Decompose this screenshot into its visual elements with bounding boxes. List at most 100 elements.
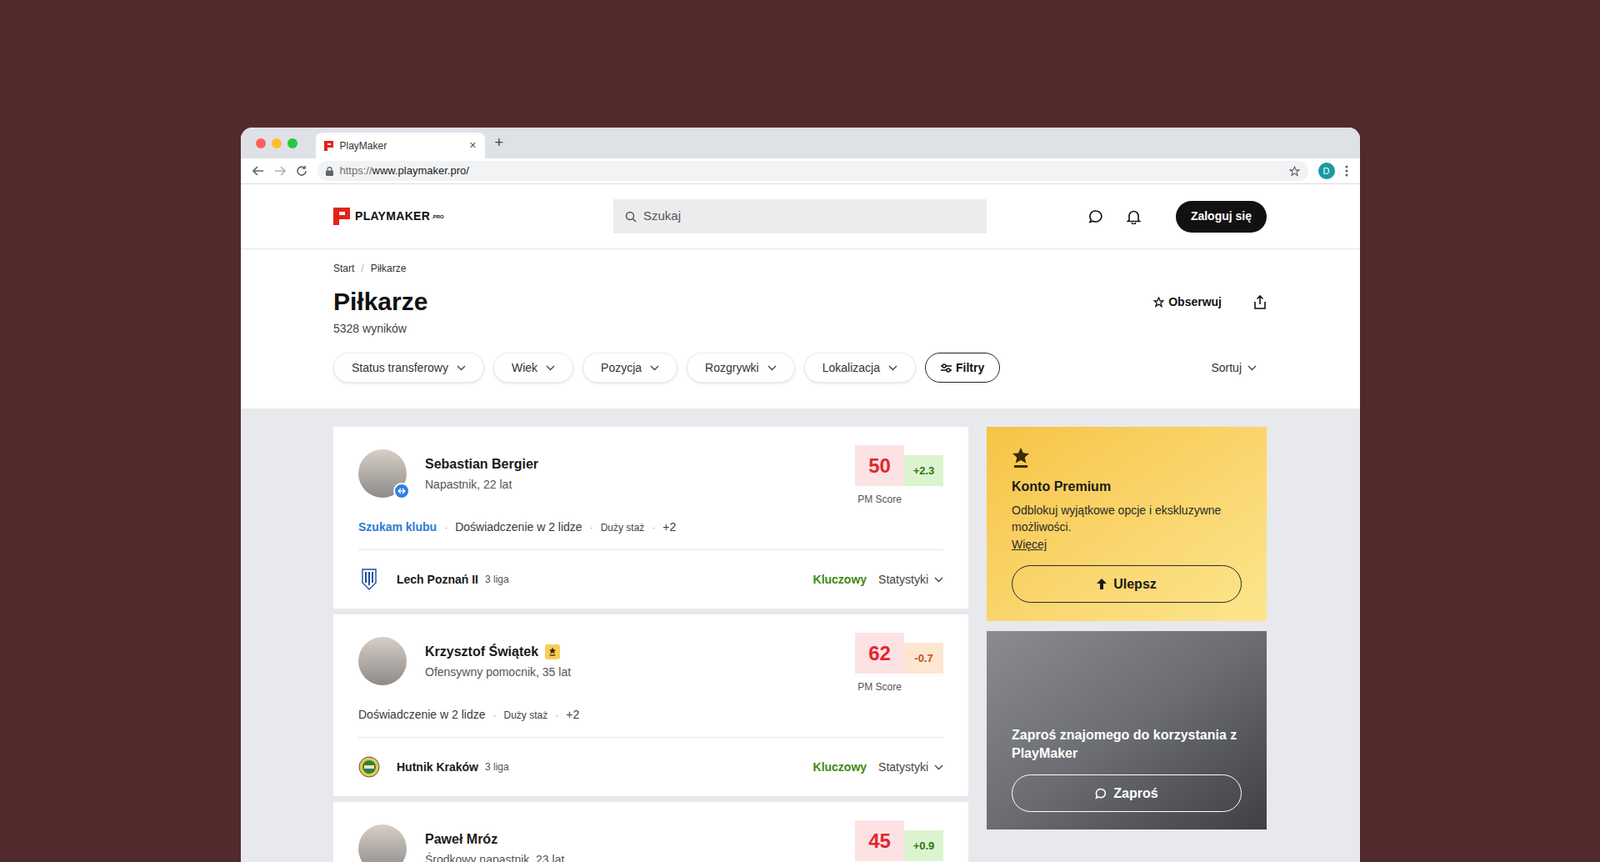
player-photo[interactable] — [358, 636, 407, 685]
page-header: Start / Piłkarze Piłkarze 5328 wyników Obs… — [240, 249, 1360, 409]
breadcrumb-item[interactable]: Piłkarze — [370, 260, 407, 276]
lock-icon — [325, 166, 334, 176]
logo[interactable]: PLAYMAKER .PRO — [333, 207, 614, 225]
menu-kebab-icon[interactable] — [1345, 165, 1349, 177]
player-tag: Duży staż — [600, 520, 645, 535]
filter-label: Wiek — [511, 359, 538, 377]
bell-icon[interactable] — [1126, 209, 1141, 225]
player-name[interactable]: Krzysztof Świątek — [425, 641, 539, 662]
player-tag: Duży staż — [504, 707, 549, 723]
club-row: Lech Poznań II 3 liga Kluczowy Statystyki — [358, 550, 944, 609]
filter-dropdown[interactable]: Status transferowy — [333, 352, 485, 383]
premium-badge-icon — [545, 644, 560, 660]
reload-icon[interactable] — [295, 165, 308, 177]
invite-label: Zaproś — [1113, 783, 1158, 804]
player-tag: +2 — [565, 705, 580, 724]
tab-strip: PlayMaker × + — [240, 127, 1360, 159]
maximize-dot-icon[interactable] — [287, 138, 298, 149]
filter-label: Pozycja — [600, 359, 642, 377]
chat-icon[interactable] — [1088, 209, 1104, 225]
favicon-icon — [324, 140, 334, 151]
player-tag: Doświadczenie w 2 lidze — [358, 705, 486, 724]
close-dot-icon[interactable] — [255, 138, 266, 149]
premium-description: Odblokuj wyjątkowe opcje i ekskluzywne m… — [1011, 501, 1242, 535]
stats-dropdown[interactable]: Statystyki — [878, 570, 944, 589]
player-position: Środkowy napastnik, 23 lat — [425, 850, 565, 862]
chevron-down-icon — [934, 576, 944, 583]
forward-icon[interactable] — [274, 165, 286, 177]
club-name[interactable]: Lech Poznań II — [396, 570, 479, 589]
share-icon[interactable] — [1253, 295, 1267, 310]
premium-more-link[interactable]: Więcej — [1011, 535, 1242, 554]
search-field[interactable] — [613, 199, 987, 234]
club-crest-icon — [361, 568, 377, 590]
url-field[interactable]: https://www.playmaker.pro/ — [317, 160, 1309, 181]
tag-separator: · — [590, 520, 594, 535]
login-button[interactable]: Zaloguj się — [1175, 200, 1267, 233]
chevron-down-icon — [888, 365, 898, 371]
upgrade-button[interactable]: Ulepsz — [1011, 565, 1242, 603]
breadcrumb: Start / Piłkarze — [333, 261, 1267, 275]
player-tag: +2 — [662, 518, 676, 536]
invite-button[interactable]: Zaproś — [1011, 774, 1242, 812]
tab-close[interactable]: × — [469, 136, 476, 155]
breadcrumb-item[interactable]: Start — [333, 260, 355, 276]
pm-score: 45 — [855, 820, 905, 861]
chevron-down-icon — [1247, 365, 1257, 371]
stats-label: Statystyki — [878, 758, 929, 776]
player-name[interactable]: Paweł Mróz — [425, 829, 498, 850]
search-input[interactable] — [643, 206, 975, 226]
result-count: 5328 wyników — [333, 320, 428, 338]
player-card: Sebastian BergierNapastnik, 22 lat50+2.3… — [333, 426, 969, 609]
tag-separator: · — [493, 707, 497, 723]
sliders-icon — [940, 363, 952, 373]
premium-trophy-icon — [1011, 446, 1030, 469]
filters-button[interactable]: Filtry — [925, 352, 1000, 383]
pm-score: 62 — [855, 632, 905, 674]
player-position: Ofensywny pomocnik, 35 lat — [425, 663, 571, 681]
filter-dropdown[interactable]: Pozycja — [582, 352, 678, 383]
score-label: PM Score — [857, 491, 902, 507]
club-league: 3 liga — [485, 571, 510, 587]
filter-dropdown[interactable]: Wiek — [493, 352, 574, 383]
player-role: Kluczowy — [813, 758, 868, 776]
filter-label: Status transferowy — [351, 359, 449, 377]
content-area: Sebastian BergierNapastnik, 22 lat50+2.3… — [240, 408, 1360, 862]
url-host: www.playmaker.pro/ — [372, 164, 470, 177]
filter-dropdown[interactable]: Lokalizacja — [804, 352, 916, 383]
chat-icon — [1095, 787, 1107, 800]
player-tag: Doświadczenie w 2 lidze — [455, 518, 583, 536]
club-name[interactable]: Hutnik Kraków — [396, 758, 479, 776]
breadcrumb-separator: / — [360, 260, 364, 276]
logo-suffix: .PRO — [431, 213, 445, 221]
tag-separator: · — [555, 707, 559, 723]
score-delta: -0.7 — [904, 642, 944, 674]
score-delta: +0.9 — [904, 830, 944, 861]
player-card: Krzysztof ŚwiątekOfensywny pomocnik, 35 … — [333, 614, 969, 796]
minimize-dot-icon[interactable] — [271, 138, 282, 149]
stats-dropdown[interactable]: Statystyki — [878, 758, 944, 776]
browser-tab[interactable]: PlayMaker × — [315, 132, 485, 159]
player-position: Napastnik, 22 lat — [425, 475, 539, 494]
tab-title: PlayMaker — [340, 138, 464, 154]
chevron-down-icon — [767, 365, 777, 371]
player-name[interactable]: Sebastian Bergier — [425, 454, 539, 475]
url-scheme: https:// — [340, 164, 373, 177]
player-role: Kluczowy — [813, 570, 868, 589]
bookmark-star-icon[interactable] — [1289, 165, 1300, 177]
follow-button[interactable]: Obserwuj — [1153, 293, 1222, 311]
player-list: Sebastian BergierNapastnik, 22 lat50+2.3… — [333, 426, 969, 862]
upgrade-label: Ulepsz — [1113, 574, 1157, 595]
verified-badge-icon — [393, 482, 410, 500]
profile-avatar[interactable]: D — [1318, 162, 1335, 180]
back-icon[interactable] — [252, 165, 265, 177]
chevron-down-icon — [545, 365, 555, 371]
chevron-down-icon — [650, 365, 660, 371]
arrow-up-icon — [1096, 578, 1107, 590]
filter-dropdown[interactable]: Rozgrywki — [686, 352, 795, 383]
player-photo[interactable] — [358, 824, 407, 862]
tag-separator: · — [651, 520, 655, 535]
new-tab-button[interactable]: + — [495, 131, 505, 155]
sort-dropdown[interactable]: Sortuj — [1210, 359, 1267, 377]
club-crest-icon — [358, 755, 380, 778]
